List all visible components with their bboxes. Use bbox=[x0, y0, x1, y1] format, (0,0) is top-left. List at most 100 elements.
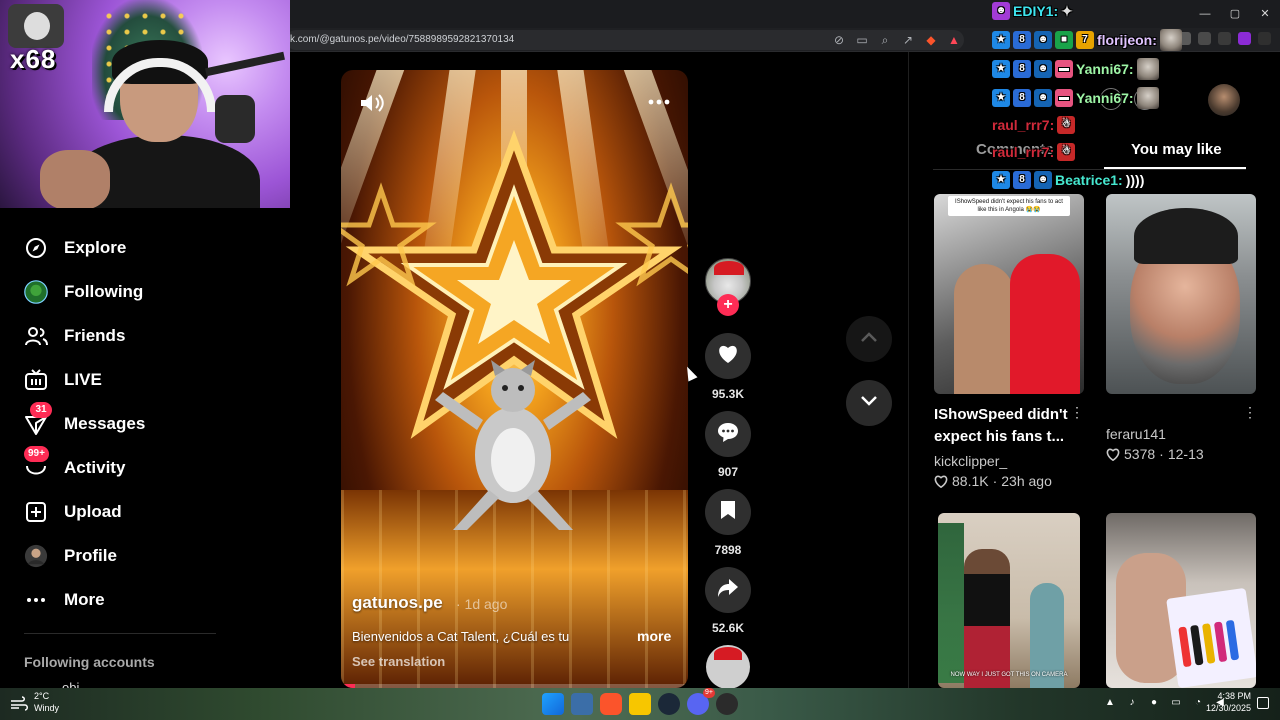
share-button[interactable] bbox=[705, 567, 751, 613]
microphone bbox=[215, 95, 255, 143]
speaker-icon[interactable]: ♪ bbox=[1126, 697, 1138, 709]
webcam-avatar-badge bbox=[8, 4, 64, 48]
brave-browser-icon[interactable] bbox=[600, 693, 622, 715]
chat-badge-icon: ☻ bbox=[1034, 171, 1052, 189]
sidebar-item-more[interactable]: More bbox=[0, 580, 216, 620]
chat-username: florijeon: bbox=[1097, 32, 1157, 48]
chat-username: raul_rrr7: bbox=[992, 117, 1055, 133]
follow-button[interactable]: + bbox=[717, 294, 739, 316]
card-author[interactable]: feraru141 bbox=[1106, 426, 1166, 442]
sidebar-item-following[interactable]: Following bbox=[0, 272, 216, 312]
sidebar-item-explore[interactable]: Explore bbox=[0, 228, 216, 268]
card-title[interactable]: IShowSpeed didn't expect his fans t... bbox=[934, 404, 1068, 448]
video-posted-time: · 1d ago bbox=[456, 596, 508, 612]
no-cast-icon[interactable]: ⊘ bbox=[832, 33, 846, 47]
zoom-icon[interactable]: ⌕ bbox=[878, 33, 892, 47]
card-more-icon[interactable]: ⋮ bbox=[1070, 404, 1084, 421]
comment-count: 907 bbox=[717, 465, 739, 479]
weather-wind-icon[interactable] bbox=[10, 696, 28, 712]
share-icon[interactable]: ↗ bbox=[901, 33, 915, 47]
chat-badge-icon: ▬ bbox=[1055, 60, 1073, 78]
clock-time[interactable]: 4:38 PM bbox=[1211, 691, 1251, 701]
caption-more-button[interactable]: more bbox=[637, 628, 671, 644]
tray-overflow-icon[interactable]: ▲ bbox=[1104, 697, 1116, 709]
rewards-icon[interactable]: ▲ bbox=[947, 33, 961, 47]
chat-badge-icon: 8 bbox=[1013, 89, 1031, 107]
microphone-icon[interactable]: ● bbox=[1148, 697, 1160, 709]
chat-emote-icon: ☃ bbox=[1057, 143, 1076, 161]
video-player[interactable]: gatunos.pe · 1d ago Bienvenidos a Cat Ta… bbox=[341, 70, 688, 688]
chevron-down-icon bbox=[860, 394, 878, 412]
window-controls: — ▢ ✕ bbox=[1190, 0, 1280, 28]
friends-icon bbox=[24, 324, 48, 348]
tab-you-may-like[interactable]: You may like bbox=[1131, 141, 1222, 158]
recommended-thumbnail[interactable] bbox=[1106, 194, 1256, 394]
file-explorer-icon[interactable] bbox=[629, 693, 651, 715]
user-avatar[interactable] bbox=[1208, 84, 1240, 116]
card-author[interactable]: kickclipper_ bbox=[934, 453, 1007, 469]
upload-icon bbox=[24, 500, 48, 524]
thumb-person-right bbox=[1010, 254, 1080, 394]
live-tv-icon bbox=[24, 368, 48, 392]
sidebar-divider bbox=[24, 633, 216, 634]
notification-icon[interactable] bbox=[1257, 697, 1269, 709]
chat-emote-icon bbox=[1136, 87, 1159, 109]
windows-taskbar: 2°C Windy 9+ ▲ ♪ ● ▭ ◔ ◀ 4:38 PM 12/30/2… bbox=[0, 688, 1280, 720]
clock-date[interactable]: 12/30/2025 bbox=[1201, 703, 1251, 713]
task-view-icon[interactable] bbox=[571, 693, 593, 715]
card-more-icon[interactable]: ⋮ bbox=[1243, 404, 1257, 421]
discord-badge: 9+ bbox=[703, 688, 715, 698]
save-count: 7898 bbox=[714, 543, 742, 557]
next-video-button[interactable] bbox=[846, 380, 892, 426]
comment-button[interactable] bbox=[705, 411, 751, 457]
heart-outline-icon bbox=[1106, 448, 1120, 461]
chat-emote-icon: ✦ bbox=[1061, 2, 1073, 19]
steam-icon[interactable] bbox=[658, 693, 680, 715]
extension-icon-4[interactable] bbox=[1238, 32, 1251, 45]
minimize-button[interactable]: — bbox=[1190, 0, 1220, 28]
picture-in-picture-icon[interactable]: ▭ bbox=[855, 33, 869, 47]
windows-start-icon[interactable] bbox=[542, 693, 564, 715]
video-author[interactable]: gatunos.pe bbox=[352, 593, 443, 613]
recommended-thumbnail[interactable]: IShowSpeed didn't expect his fans to act… bbox=[934, 194, 1084, 394]
streamer-arm bbox=[40, 150, 110, 208]
card-like-count: 88.1K bbox=[952, 473, 989, 489]
recommended-thumbnail[interactable] bbox=[1106, 513, 1256, 688]
extension-icon-3[interactable] bbox=[1218, 32, 1231, 45]
sidebar-item-live[interactable]: LIVE bbox=[0, 360, 216, 400]
chat-badge-icon: 8 bbox=[1013, 60, 1031, 78]
save-button[interactable] bbox=[705, 489, 751, 535]
see-translation-button[interactable]: See translation bbox=[352, 654, 445, 669]
thumbnail-caption: NOW WAY I JUST GOT THIS ON CAMERA bbox=[950, 672, 1068, 678]
sidebar-item-activity[interactable]: 99+ Activity bbox=[0, 446, 216, 488]
maximize-button[interactable]: ▢ bbox=[1220, 0, 1250, 28]
extension-icon-2[interactable] bbox=[1198, 32, 1211, 45]
sidebar-item-friends[interactable]: Friends bbox=[0, 316, 216, 356]
following-avatar-icon bbox=[24, 280, 48, 304]
brave-shield-icon[interactable]: ◆ bbox=[924, 33, 938, 47]
chat-badge-icon: ☻ bbox=[992, 2, 1010, 20]
sidebar-item-profile[interactable]: Profile bbox=[0, 536, 216, 576]
sidebar-item-label: More bbox=[64, 590, 105, 609]
monitor-icon[interactable]: ▭ bbox=[1170, 697, 1182, 709]
activity-badge: 99+ bbox=[24, 446, 49, 462]
thumb-card bbox=[1166, 587, 1256, 688]
recommended-thumbnail[interactable]: NOW WAY I JUST GOT THIS ON CAMERA bbox=[938, 513, 1080, 688]
more-dots-icon bbox=[24, 588, 48, 612]
address-bar-icons: ⊘ ▭ ⌕ ↗ ◆ ▲ bbox=[832, 33, 961, 47]
discord-icon[interactable]: 9+ bbox=[687, 688, 715, 715]
bookmark-icon bbox=[720, 500, 736, 525]
close-window-button[interactable]: ✕ bbox=[1250, 0, 1280, 28]
obs-icon[interactable] bbox=[716, 693, 738, 715]
volume-icon[interactable] bbox=[359, 92, 385, 114]
sidebar-item-messages[interactable]: 31 Messages bbox=[0, 402, 216, 444]
chat-username: Yanni67: bbox=[1076, 61, 1134, 77]
sidebar-item-upload[interactable]: Upload bbox=[0, 492, 216, 532]
like-button[interactable] bbox=[705, 333, 751, 379]
chat-message: ★ 8 ☻ Beatrice1: )))) bbox=[992, 171, 1144, 189]
video-more-options-icon[interactable] bbox=[645, 94, 673, 105]
menu-icon[interactable] bbox=[1258, 32, 1271, 45]
previous-video-button[interactable] bbox=[846, 316, 892, 362]
chat-emote-icon bbox=[1136, 58, 1159, 80]
sound-avatar[interactable] bbox=[706, 645, 750, 689]
